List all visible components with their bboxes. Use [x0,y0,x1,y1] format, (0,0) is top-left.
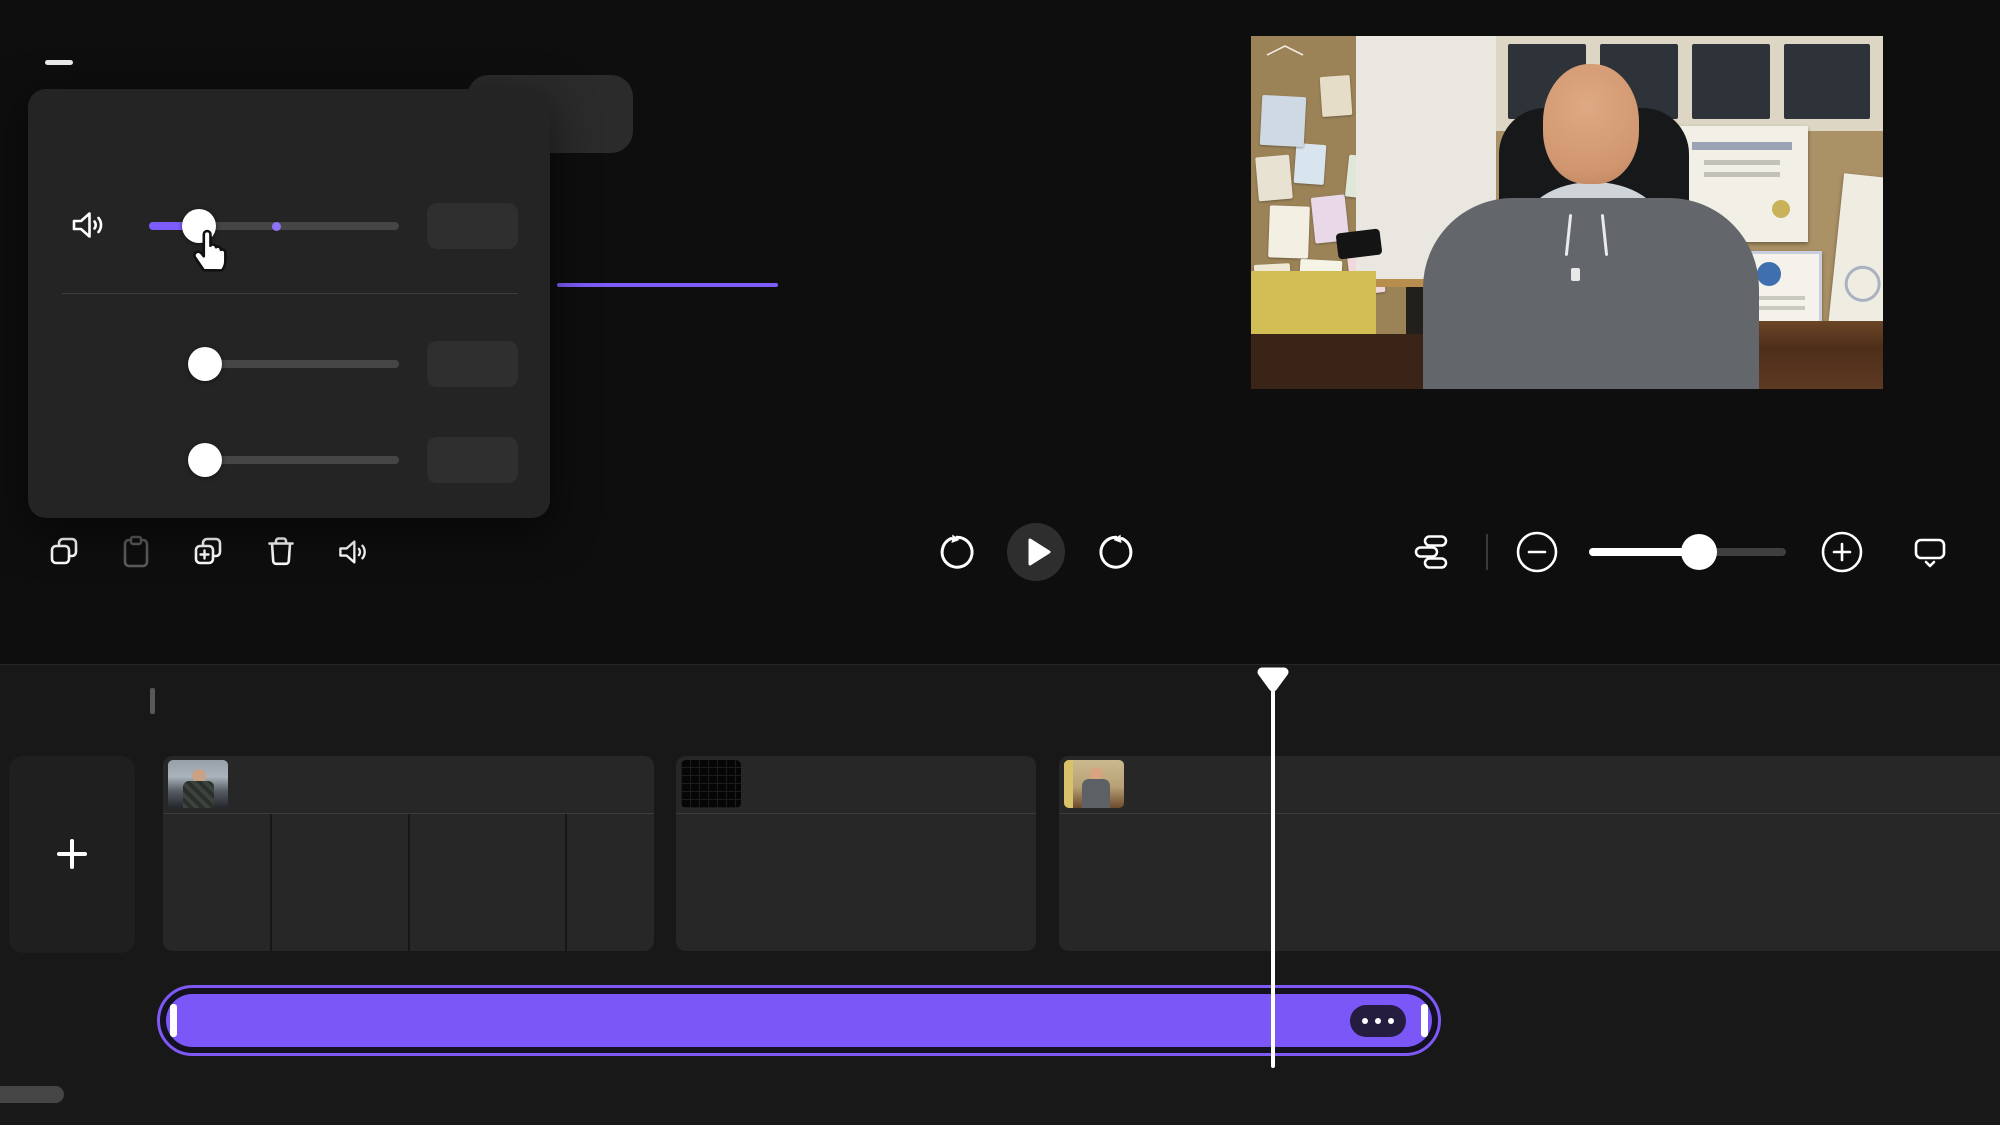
hide-canvas-icon[interactable] [1912,534,1948,570]
collapse-panel-button[interactable] [45,60,73,65]
volume-effects-panel [28,89,550,518]
dot-icon [1388,1018,1394,1024]
paper [1294,143,1327,185]
clip-1-thumbnail [168,760,228,808]
clip-2-thumbnail [681,760,741,808]
watermark-roof-icon [1263,44,1307,56]
hand-cursor [186,221,232,273]
audio-trim-handle-right[interactable] [1421,1004,1428,1037]
segment-boundary [408,814,410,951]
thumbnail-wall [1064,760,1073,808]
segment-boundary [565,814,567,951]
play-button[interactable] [1007,523,1065,581]
copy-icon[interactable] [47,534,83,570]
audio-trim-handle-left[interactable] [170,1004,177,1037]
toolbar-divider [1486,534,1488,570]
skip-back-icon [939,534,975,570]
video-editor-app [0,0,2000,1125]
skip-back-5-button[interactable] [939,534,975,570]
tracks-view-icon[interactable] [1413,534,1449,570]
volume-default-dot [272,222,281,231]
fade-out-value-badge[interactable] [427,437,518,483]
dot-icon [1362,1018,1368,1024]
fade-out-slider-handle[interactable] [188,443,222,477]
fade-in-slider-handle[interactable] [188,347,222,381]
active-text-underline [557,283,778,287]
paper [1260,95,1307,147]
person-head [1543,64,1639,184]
playhead-marker[interactable] [1253,664,1293,694]
horizontal-scrollbar-thumb[interactable] [0,1086,64,1103]
paper [1255,155,1293,202]
panel-divider [62,293,518,294]
thumbnail-person-body [183,781,214,808]
cabinet-glass [1784,44,1870,119]
timeline-zoom-slider-handle[interactable] [1681,534,1717,570]
plus-icon [70,839,74,869]
paper [1268,205,1310,258]
clip-3-thumbnail [1064,760,1124,808]
person-body [1423,198,1759,389]
add-clip-button[interactable] [9,756,135,953]
video-preview [1251,36,1883,389]
play-icon [1007,523,1065,581]
duplicate-icon[interactable] [191,534,227,570]
clip-3-waveform [1059,814,2000,951]
timeline-clip-2[interactable] [676,756,1036,951]
paper [1320,75,1353,117]
thumbnail-person-body [1082,779,1110,808]
speaker-icon [68,205,108,245]
skip-forward-5-button[interactable] [1098,534,1134,570]
audio-track-selected[interactable] [157,985,1441,1056]
clip-2-waveform [676,814,1036,951]
wall-object [1336,228,1383,259]
segment-boundary [270,814,272,951]
playhead-line[interactable] [1271,690,1275,1068]
timeline-clip-1[interactable] [163,756,654,951]
cabinet-glass [1692,44,1770,119]
dot-icon [1375,1018,1381,1024]
audio-more-options-button[interactable] [1350,1005,1406,1037]
clip-volume-icon[interactable] [335,534,371,570]
lapel-mic [1571,268,1580,281]
fade-in-value-badge[interactable] [427,341,518,387]
volume-value-badge[interactable] [427,203,518,249]
timeline-clip-3[interactable] [1059,756,2000,951]
watermark [1263,44,1307,65]
zoom-out-button[interactable] [1515,530,1559,574]
audio-track-waveform [188,1003,1412,1039]
section-color-bar [150,688,155,714]
zoom-in-button[interactable] [1820,530,1864,574]
paste-icon [118,534,154,570]
delete-icon[interactable] [263,534,299,570]
skip-forward-icon [1098,534,1134,570]
